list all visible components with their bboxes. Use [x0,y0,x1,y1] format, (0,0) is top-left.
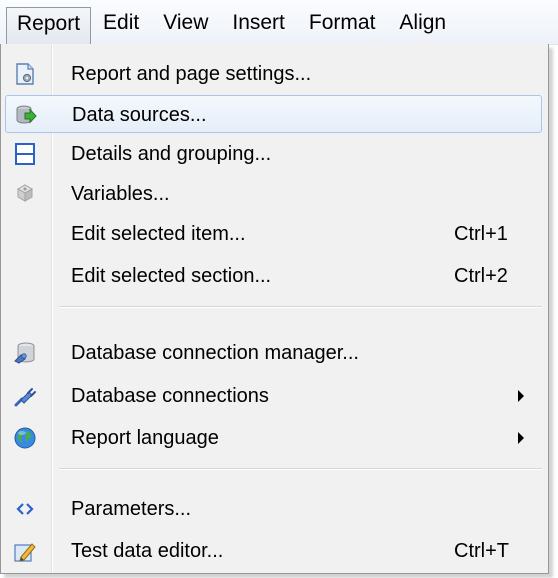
menu-item-database-connections[interactable]: Database connections [5,377,542,415]
menu-item-variables[interactable]: Variables... [5,175,542,213]
menu-insert[interactable]: Insert [220,6,297,40]
menu-item-shortcut: Ctrl+1 [454,223,508,245]
globe-icon [13,426,37,450]
menu-item-details-grouping[interactable]: Details and grouping... [5,135,542,173]
menu-item-label: Variables... [71,183,170,205]
menu-item-label: Report and page settings... [71,63,312,85]
menu-item-test-data-editor[interactable]: Test data editor... Ctrl+T [5,532,542,570]
menu-item-parameters[interactable]: Parameters... [5,490,542,528]
menu-item-data-sources[interactable]: Data sources... [5,95,542,133]
submenu-arrow-icon [518,390,524,402]
database-connections-icon [13,384,37,408]
test-data-editor-icon [13,539,37,563]
menu-item-report-page-settings[interactable]: Report and page settings... [5,55,542,93]
menu-item-label: Report language [71,427,219,449]
menu-item-edit-selected-section[interactable]: Edit selected section... Ctrl+2 [5,257,542,295]
menu-item-label: Edit selected section... [71,265,272,287]
report-dropdown-menu: Report and page settings... Data sources… [0,44,549,574]
menu-item-label: Parameters... [71,498,192,520]
menu-separator [59,306,542,308]
details-grouping-icon [13,142,37,166]
menu-item-label: Test data editor... [71,540,224,562]
menu-bar: Report Edit View Insert Format Align [0,0,558,45]
menu-item-report-language[interactable]: Report language [5,419,542,457]
menu-item-database-connection-manager[interactable]: Database connection manager... [5,334,542,372]
menu-item-label: Database connections [71,385,269,407]
menu-item-shortcut: Ctrl+2 [454,265,508,287]
data-sources-icon [14,103,38,127]
menu-align[interactable]: Align [387,6,458,40]
database-manager-icon [13,341,37,365]
menu-edit[interactable]: Edit [91,6,151,40]
variables-icon [13,182,37,206]
menu-item-label: Database connection manager... [71,342,359,364]
menu-view[interactable]: View [151,6,220,40]
parameters-icon [13,497,37,521]
menu-item-label: Edit selected item... [71,223,246,245]
menu-format[interactable]: Format [297,6,388,40]
menu-item-label: Details and grouping... [71,143,272,165]
menu-separator [59,468,542,470]
page-settings-icon [13,62,37,86]
submenu-arrow-icon [518,432,524,444]
menu-report[interactable]: Report [6,7,92,45]
menu-item-shortcut: Ctrl+T [454,540,509,562]
menu-item-label: Data sources... [72,104,207,126]
menu-item-edit-selected-item[interactable]: Edit selected item... Ctrl+1 [5,215,542,253]
